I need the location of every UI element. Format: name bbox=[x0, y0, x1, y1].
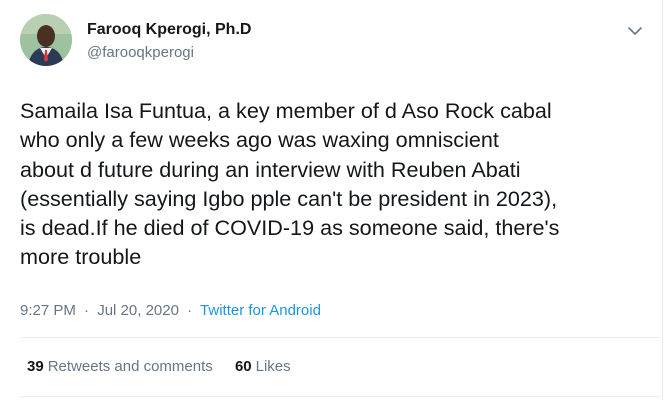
likes-count: 60 bbox=[234, 358, 252, 375]
author-name[interactable]: Farooq Kperogi, Ph.D bbox=[87, 21, 251, 39]
tweet-source-link[interactable]: Twitter for Android bbox=[200, 302, 321, 319]
tweet-meta: 9:27 PM · Jul 20, 2020 · Twitter for And… bbox=[20, 302, 321, 319]
retweets-count: 39 bbox=[27, 358, 44, 375]
tweet-time[interactable]: 9:27 PM bbox=[20, 302, 76, 319]
divider bbox=[20, 396, 660, 397]
divider bbox=[20, 337, 660, 338]
meta-separator: · bbox=[187, 302, 193, 319]
profile-photo-icon bbox=[20, 14, 72, 66]
tweet-card: Farooq Kperogi, Ph.D @farooqkperogi Sama… bbox=[0, 0, 663, 400]
chevron-down-icon[interactable] bbox=[627, 24, 643, 38]
retweets-label: Retweets and comments bbox=[47, 358, 213, 375]
avatar[interactable] bbox=[20, 14, 72, 66]
likes-stat[interactable]: 60 Likes bbox=[235, 358, 291, 375]
tweet-text: Samaila Isa Funtua, a key member of d As… bbox=[20, 98, 560, 270]
tweet-stats: 39 Retweets and comments 60 Likes bbox=[27, 358, 309, 375]
tweet-date[interactable]: Jul 20, 2020 bbox=[97, 302, 179, 319]
likes-label: Likes bbox=[255, 358, 291, 375]
author-handle[interactable]: @farooqkperogi bbox=[87, 44, 194, 61]
meta-separator: · bbox=[84, 302, 90, 319]
retweets-stat[interactable]: 39 Retweets and comments bbox=[27, 358, 213, 375]
